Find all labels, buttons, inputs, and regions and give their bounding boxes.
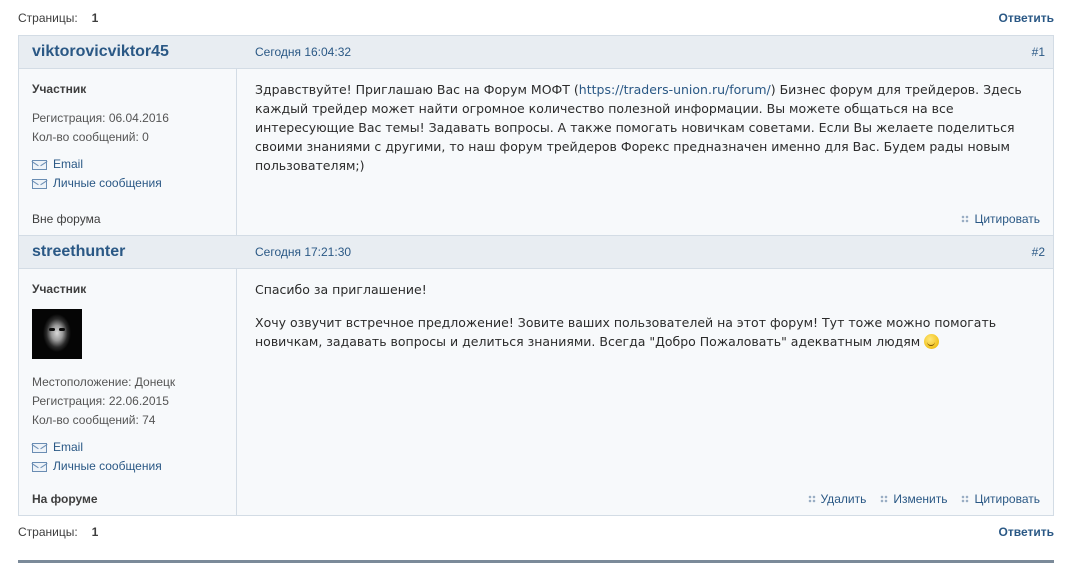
post-number-link[interactable]: #2 bbox=[1032, 245, 1045, 259]
quote-label: Цитировать bbox=[974, 492, 1040, 506]
message-text: Здравствуйте! Приглашаю Вас на Форум МОФ… bbox=[255, 82, 579, 97]
email-link[interactable]: Email bbox=[32, 438, 236, 457]
user-online-status: На форуме bbox=[32, 492, 98, 506]
mail-icon bbox=[32, 442, 47, 453]
delete-button[interactable]: Удалить bbox=[807, 492, 867, 506]
post-date: Сегодня 16:04:32 bbox=[255, 45, 352, 59]
user-registration: Регистрация: 22.06.2015 bbox=[32, 394, 169, 408]
post-content: Здравствуйте! Приглашаю Вас на Форум МОФ… bbox=[237, 69, 1053, 235]
user-info-panel: Участник Регистрация: 06.04.2016 Кол-во … bbox=[19, 69, 237, 235]
post-2: streethunter Сегодня 17:21:30 #2 Участни… bbox=[18, 236, 1054, 516]
post-author[interactable]: streethunter bbox=[19, 243, 237, 261]
quote-button[interactable]: Цитировать bbox=[961, 212, 1040, 226]
user-title: Участник bbox=[32, 82, 87, 96]
post-header: viktorovicviktor45 Сегодня 16:04:32 #1 bbox=[19, 36, 1053, 69]
avatar[interactable] bbox=[32, 309, 82, 359]
page-number-current[interactable]: 1 bbox=[92, 11, 99, 25]
user-message-count: Кол-во сообщений: 0 bbox=[32, 130, 149, 144]
forum-link[interactable]: https://traders-union.ru/forum/ bbox=[579, 82, 771, 97]
post-actions: Удалить Изменить Цитировать bbox=[807, 492, 1040, 506]
post-message: Здравствуйте! Приглашаю Вас на Форум МОФ… bbox=[255, 80, 1040, 175]
post-actions: Цитировать bbox=[961, 212, 1040, 226]
post-author[interactable]: viktorovicviktor45 bbox=[19, 43, 237, 61]
user-contact-links: Email Личные сообщения bbox=[32, 438, 236, 476]
post-header: streethunter Сегодня 17:21:30 #2 bbox=[19, 236, 1053, 269]
user-contact-links: Email Личные сообщения bbox=[32, 155, 236, 193]
pages-control: Страницы: 1 bbox=[18, 525, 98, 539]
dots-icon bbox=[961, 495, 970, 503]
email-label: Email bbox=[53, 440, 84, 454]
post-1: viktorovicviktor45 Сегодня 16:04:32 #1 У… bbox=[18, 35, 1054, 236]
user-registration: Регистрация: 06.04.2016 bbox=[32, 111, 169, 125]
dots-icon bbox=[961, 215, 970, 223]
message-text: Хочу озвучит встречное предложение! Зови… bbox=[255, 315, 997, 349]
post-content: Спасибо за приглашение! Хочу озвучит вст… bbox=[237, 269, 1053, 515]
dots-icon bbox=[880, 495, 889, 503]
bottom-pagination: Страницы: 1 Ответить bbox=[18, 522, 1054, 542]
page-number-current[interactable]: 1 bbox=[92, 525, 99, 539]
private-messages-link[interactable]: Личные сообщения bbox=[32, 174, 236, 193]
post-message-paragraph: Хочу озвучит встречное предложение! Зови… bbox=[255, 313, 1040, 351]
pages-label: Страницы: bbox=[18, 11, 78, 25]
user-message-count: Кол-во сообщений: 74 bbox=[32, 413, 156, 427]
pm-label: Личные сообщения bbox=[53, 176, 162, 190]
private-messages-link[interactable]: Личные сообщения bbox=[32, 457, 236, 476]
edit-label: Изменить bbox=[893, 492, 948, 506]
smiley-icon bbox=[924, 334, 940, 349]
edit-button[interactable]: Изменить bbox=[880, 492, 947, 506]
user-title: Участник bbox=[32, 282, 87, 296]
delete-label: Удалить bbox=[820, 492, 867, 506]
quote-label: Цитировать bbox=[974, 212, 1040, 226]
pm-label: Личные сообщения bbox=[53, 459, 162, 473]
mail-icon bbox=[32, 159, 47, 170]
email-label: Email bbox=[53, 157, 84, 171]
quote-button[interactable]: Цитировать bbox=[961, 492, 1040, 506]
post-body: Участник Местоположение: Донецк Регистра… bbox=[19, 269, 1053, 515]
user-online-status: Вне форума bbox=[32, 212, 101, 226]
mail-icon bbox=[32, 178, 47, 189]
pages-control: Страницы: 1 bbox=[18, 11, 98, 25]
footer-divider bbox=[18, 560, 1054, 563]
pages-label: Страницы: bbox=[18, 525, 78, 539]
post-message-paragraph: Спасибо за приглашение! bbox=[255, 282, 427, 297]
mail-icon bbox=[32, 461, 47, 472]
post-number-link[interactable]: #1 bbox=[1032, 45, 1045, 59]
top-pagination: Страницы: 1 Ответить bbox=[18, 8, 1054, 28]
post-body: Участник Регистрация: 06.04.2016 Кол-во … bbox=[19, 69, 1053, 235]
reply-button-bottom[interactable]: Ответить bbox=[999, 525, 1054, 539]
post-date: Сегодня 17:21:30 bbox=[255, 245, 352, 259]
user-location: Местоположение: Донецк bbox=[32, 375, 176, 389]
user-info-panel: Участник Местоположение: Донецк Регистра… bbox=[19, 269, 237, 515]
dots-icon bbox=[807, 495, 816, 503]
email-link[interactable]: Email bbox=[32, 155, 236, 174]
reply-button-top[interactable]: Ответить bbox=[999, 11, 1054, 25]
